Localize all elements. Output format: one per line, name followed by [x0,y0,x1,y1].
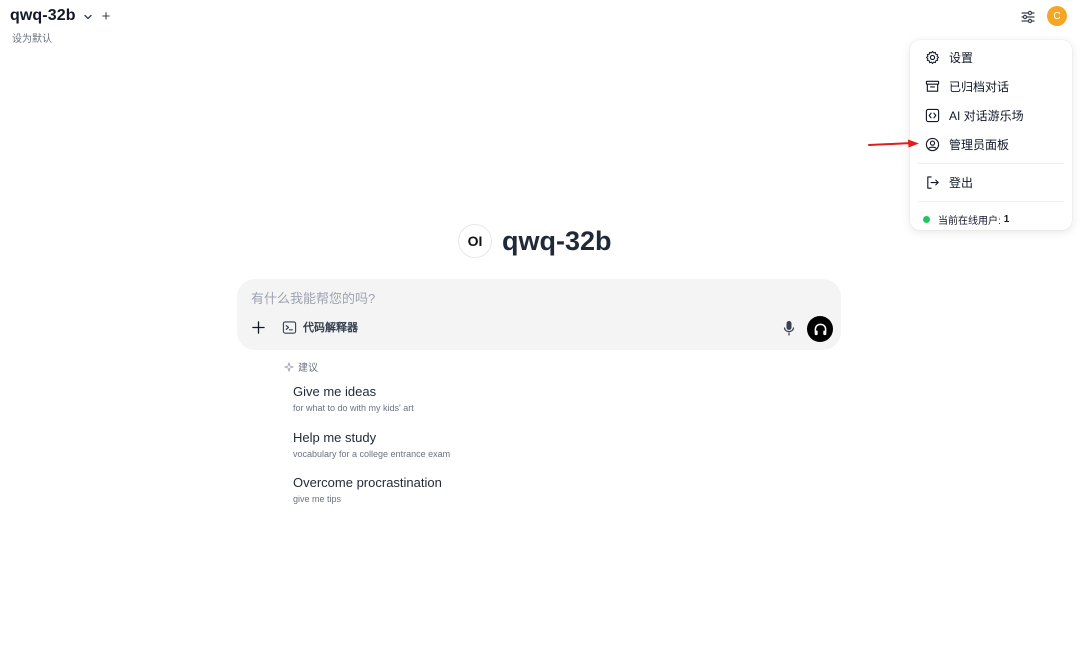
model-logo: OI [458,224,492,258]
online-users-count: 1 [1003,213,1010,225]
model-selector[interactable]: qwq-32b + [10,7,110,25]
archive-icon [924,79,940,95]
menu-divider [918,201,1064,202]
menu-item-playground[interactable]: AI 对话游乐场 [910,101,1072,130]
hero: OI qwq-32b [458,224,612,258]
voice-mode-button[interactable] [807,316,833,342]
code-icon [924,108,940,124]
headphones-icon [813,322,828,337]
chevron-down-icon[interactable] [83,12,93,22]
menu-item-admin-panel[interactable]: 管理员面板 [910,130,1072,159]
page-title: qwq-32b [502,225,612,256]
menu-item-label: 登出 [949,176,974,190]
set-default-link[interactable]: 设为默认 [12,30,52,45]
sparkle-icon [284,361,294,372]
suggestion-subtitle: give me tips [293,494,342,504]
controls-button[interactable] [1019,8,1037,26]
user-circle-icon [924,137,940,153]
terminal-icon [282,320,297,335]
code-interpreter-label: 代码解释器 [303,322,358,334]
plus-icon [251,320,265,334]
suggestion-item[interactable]: Help me study vocabulary for a college e… [293,430,450,459]
model-name[interactable]: qwq-32b [10,7,76,25]
menu-item-sign-out[interactable]: 登出 [910,168,1072,197]
suggestion-title: Overcome procrastination [293,475,442,490]
dictate-button[interactable] [782,319,796,337]
sliders-icon [1020,9,1036,25]
suggestions-label: 建议 [298,363,318,374]
menu-item-label: 设置 [949,51,974,65]
suggestion-subtitle: for what to do with my kids' art [293,403,414,413]
online-users-status: 当前在线用户: 1 [910,206,1072,232]
gear-icon [924,50,940,66]
menu-item-archived-chats[interactable]: 已归档对话 [910,72,1072,101]
annotation-arrow [868,139,919,148]
menu-divider [918,163,1064,164]
suggestion-title: Give me ideas [293,384,377,399]
suggestion-subtitle: vocabulary for a college entrance exam [293,449,451,459]
sign-out-icon [924,175,940,191]
online-users-label: 当前在线用户: [938,215,1001,227]
menu-item-label: 已归档对话 [949,80,1010,94]
suggestion-title: Help me study [293,430,377,445]
chat-input-box: 代码解释器 [237,279,841,350]
add-model-button[interactable]: + [102,9,111,24]
suggestion-item[interactable]: Overcome procrastination give me tips [293,475,442,504]
menu-item-label: AI 对话游乐场 [949,109,1024,123]
menu-item-settings[interactable]: 设置 [910,43,1072,72]
online-status-dot [923,215,930,223]
code-interpreter-toggle[interactable]: 代码解释器 [282,319,358,335]
chat-input[interactable] [251,291,771,306]
user-menu: 设置 已归档对话 AI 对话游乐场 管理员面板 登出 当前在线用户: 1 [910,40,1072,230]
attach-button[interactable] [251,320,265,334]
menu-item-label: 管理员面板 [949,138,1010,152]
avatar[interactable]: C [1047,6,1067,26]
microphone-icon [783,320,795,337]
suggestions-header: 建议 [284,359,318,374]
suggestion-item[interactable]: Give me ideas for what to do with my kid… [293,384,414,413]
